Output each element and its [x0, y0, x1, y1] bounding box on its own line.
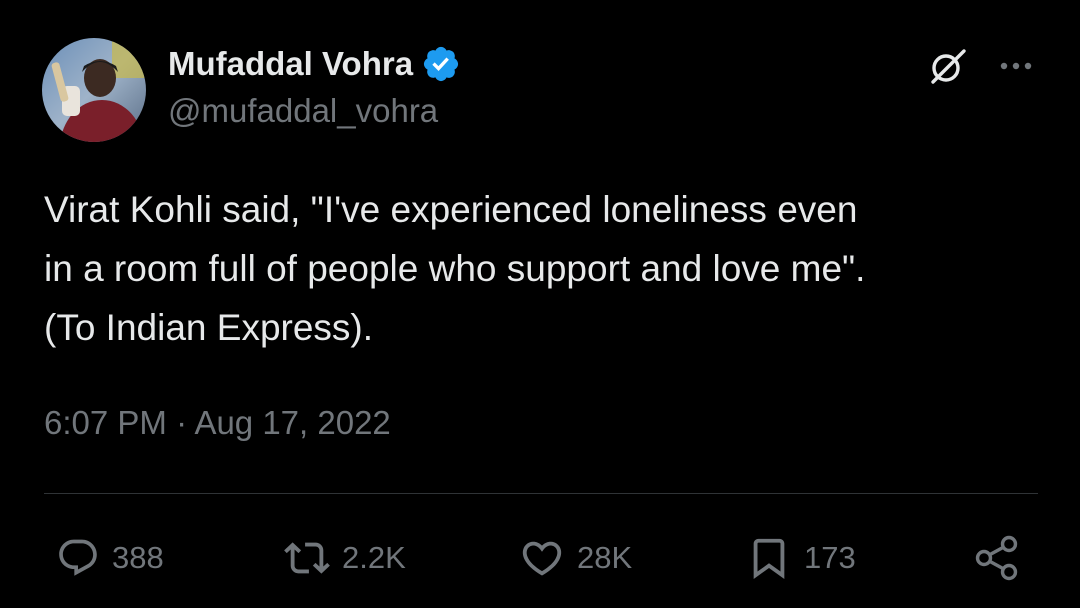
like-button[interactable]: 28K	[519, 530, 632, 586]
tweet-header: Mufaddal Vohra @mufaddal_vohra	[42, 38, 461, 142]
like-count: 28K	[577, 540, 633, 575]
author-handle[interactable]: @mufaddal_vohra	[168, 92, 461, 130]
more-icon[interactable]	[996, 46, 1036, 86]
grok-icon[interactable]	[926, 44, 970, 88]
bookmark-count: 173	[804, 540, 856, 575]
verified-badge-icon	[421, 44, 461, 84]
meta-separator: ·	[176, 404, 188, 441]
bookmark-icon	[753, 538, 785, 579]
display-name-row: Mufaddal Vohra	[168, 42, 461, 86]
repost-button[interactable]: 2.2K	[284, 530, 406, 586]
reply-button[interactable]: 388	[56, 530, 164, 586]
bookmark-button[interactable]: 173	[746, 530, 856, 586]
author-names: Mufaddal Vohra @mufaddal_vohra	[168, 42, 461, 130]
tweet-card: Mufaddal Vohra @mufaddal_vohra Virat Koh…	[0, 0, 1080, 608]
reply-count: 388	[112, 540, 164, 575]
share-icon	[975, 535, 1018, 581]
heart-icon	[522, 541, 562, 576]
action-bar: 388 2.2K 28K 173	[0, 530, 1080, 586]
avatar[interactable]	[42, 38, 146, 142]
top-actions	[926, 44, 1036, 88]
repost-count: 2.2K	[342, 540, 406, 575]
tweet-text: Virat Kohli said, "I've experienced lone…	[44, 189, 866, 348]
tweet-timestamp[interactable]: 6:07 PM · Aug 17, 2022	[44, 404, 391, 442]
display-name[interactable]: Mufaddal Vohra	[168, 45, 413, 83]
share-button[interactable]	[972, 530, 1022, 586]
repost-icon	[284, 542, 330, 574]
reply-icon	[59, 539, 97, 576]
tweet-time: 6:07 PM	[44, 404, 167, 441]
tweet-date: Aug 17, 2022	[194, 404, 391, 441]
divider	[44, 493, 1038, 494]
